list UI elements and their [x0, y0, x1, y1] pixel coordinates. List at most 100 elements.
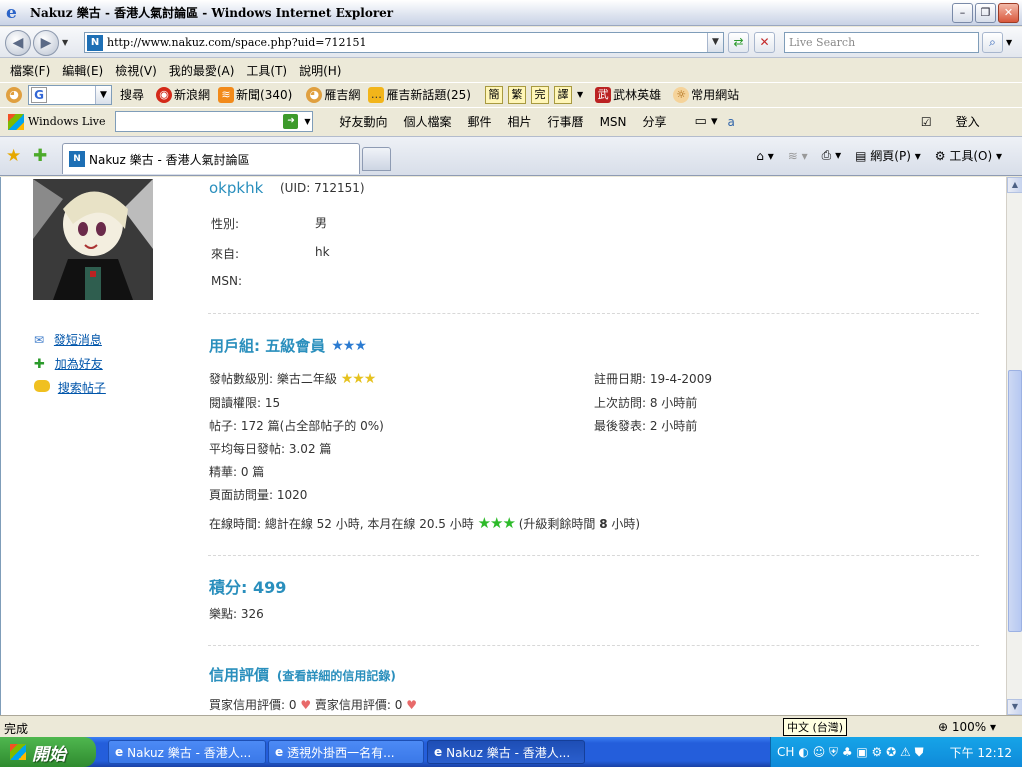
search-icon[interactable]: ⌕ [982, 32, 1003, 53]
google-search-box[interactable]: G ▼ [28, 84, 112, 105]
from-value: hk [315, 245, 330, 259]
zoom-control[interactable]: ⊕ 100% ▾ [938, 720, 996, 734]
windows-live-brand: Windows Live [28, 115, 106, 128]
print-icon[interactable]: ⎙ ▾ [822, 148, 841, 163]
search-posts-link[interactable]: 搜索帖子 [58, 381, 106, 395]
vertical-scrollbar[interactable]: ▲ ▼ [1006, 177, 1022, 715]
tab-active[interactable]: N Nakuz 樂古 - 香港人氣討論區 [62, 143, 360, 174]
wulin-link[interactable]: 武武林英雄 [595, 86, 661, 104]
tray-icons[interactable]: ◐ ☺ ⛨ ♣ ▣ ⚙ ✪ ⚠ ⛊ [798, 745, 923, 760]
taskbar-item-active[interactable]: e Nakuz 樂古 - 香港人... [427, 740, 585, 764]
menu-favorites[interactable]: 我的最愛(A) [163, 62, 241, 79]
search-options-icon[interactable]: ▼ [1006, 38, 1012, 47]
feeds-icon[interactable]: ≋ ▾ [788, 149, 808, 163]
translate-icon[interactable]: a [727, 115, 734, 129]
home-icon[interactable]: ⌂ ▾ [756, 149, 773, 163]
send-message-link[interactable]: 發短消息 [54, 333, 102, 347]
speech-bubble-icon [34, 380, 50, 392]
mail-link[interactable]: 郵件 [460, 113, 500, 130]
common-sites-link[interactable]: ☼ 常用網站 [673, 86, 739, 104]
search-button[interactable]: 搜尋 [120, 86, 144, 103]
plus-icon: ✚ [34, 357, 45, 372]
add-friend-link[interactable]: 加為好友 [55, 357, 103, 371]
gorgeous-link[interactable]: ◕ 雁吉網 [306, 86, 360, 104]
ime-tooltip: 中文 (台灣) [783, 718, 848, 736]
msn-label: MSN: [211, 274, 242, 288]
sina-link[interactable]: ◉ 新浪網 [156, 86, 210, 104]
checkbox-icon[interactable]: ☑ [921, 115, 932, 129]
credit-detail-link[interactable]: (查看詳細的信用記錄) [277, 669, 396, 683]
live-search-input[interactable]: Live Search [784, 32, 979, 53]
google-dropdown-icon[interactable]: ▼ [95, 85, 111, 104]
converter-dropdown-icon[interactable]: ▼ [577, 86, 583, 104]
menu-edit[interactable]: 編輯(E) [56, 62, 109, 79]
profile-link[interactable]: 個人檔案 [396, 113, 460, 130]
sign-in-link[interactable]: 登入 [956, 113, 980, 130]
page-views: 頁面訪問量: 1020 [209, 488, 308, 502]
address-dropdown-icon[interactable]: ▼ [707, 33, 723, 52]
site-favicon-icon: N [87, 34, 103, 51]
credit-title: 信用評價 [209, 666, 270, 684]
scroll-up-icon[interactable]: ▲ [1007, 177, 1022, 193]
back-button[interactable]: ◀ [5, 30, 31, 56]
divider [208, 313, 979, 314]
action-search-posts[interactable]: 搜索帖子 [34, 379, 106, 396]
scroll-down-icon[interactable]: ▼ [1007, 699, 1022, 715]
chat-icon: … [368, 87, 385, 104]
menu-file[interactable]: 檔案(F) [4, 62, 56, 79]
address-bar[interactable]: N http://www.nakuz.com/space.php?uid=712… [84, 32, 724, 53]
chinese-converter: 簡 繁 完 譯 ▼ [484, 85, 583, 104]
msn-link[interactable]: MSN [592, 115, 635, 129]
friends-link[interactable]: 好友動向 [331, 113, 395, 130]
menu-tools[interactable]: 工具(T) [240, 62, 293, 79]
traditional-button[interactable]: 繁 [507, 85, 526, 104]
add-favorites-icon[interactable]: ✚ [33, 146, 47, 166]
title-bar: e Nakuz 樂古 - 香港人氣討論區 - Windows Internet … [0, 0, 1022, 26]
favorites-star-icon[interactable]: ★ [6, 146, 21, 166]
calendar-link[interactable]: 行事曆 [540, 113, 592, 130]
close-button[interactable]: ✕ [998, 3, 1019, 23]
minimize-button[interactable]: – [952, 3, 973, 23]
highlight-icon[interactable]: ▭ ▾ [695, 114, 718, 129]
stop-icon[interactable]: ✕ [754, 32, 775, 53]
translate-button[interactable]: 譯 [553, 85, 572, 104]
share-link[interactable]: 分享 [635, 113, 675, 130]
digest-count: 精華: 0 篇 [209, 465, 265, 479]
start-button[interactable]: 開始 [0, 737, 96, 767]
status-text: 完成 [4, 722, 29, 736]
zoom-icon: ⊕ [938, 720, 949, 734]
menu-view[interactable]: 檢視(V) [109, 62, 163, 79]
wl-dropdown-icon[interactable]: ▼ [304, 117, 310, 126]
window-title: Nakuz 樂古 - 香港人氣討論區 - Windows Internet Ex… [30, 6, 394, 20]
new-tab-button[interactable] [362, 147, 391, 171]
language-indicator[interactable]: CH [777, 745, 794, 759]
address-url[interactable]: http://www.nakuz.com/space.php?uid=71215… [107, 36, 707, 49]
simplified-button[interactable]: 簡 [484, 85, 503, 104]
windows-live-search-input[interactable]: ➜ ▼ [115, 111, 314, 132]
taskbar-item[interactable]: e 透視外掛西一名有... [268, 740, 424, 764]
action-message[interactable]: ✉ 發短消息 [34, 331, 102, 348]
clock: 下午 12:12 [949, 745, 1012, 760]
go-icon[interactable]: ➜ [283, 114, 299, 129]
last-visit: 上次訪問: 8 小時前 [594, 396, 698, 410]
action-add-friend[interactable]: ✚ 加為好友 [34, 355, 103, 372]
complete-button[interactable]: 完 [530, 85, 549, 104]
page-menu[interactable]: ▤ 網頁(P) ▾ [855, 147, 921, 164]
refresh-icon[interactable]: ⇄ [728, 32, 749, 53]
heart-icon: ♥ [300, 698, 312, 712]
user-id: (UID: 712151) [280, 181, 365, 195]
gear-icon: ⚙ [934, 149, 946, 163]
buyer-credit: 買家信用評價: 0 [209, 698, 297, 712]
menu-help[interactable]: 說明(H) [293, 62, 347, 79]
news-link[interactable]: ≋ 新聞(340) [218, 86, 292, 104]
last-post: 最後發表: 2 小時前 [594, 419, 698, 433]
photos-link[interactable]: 相片 [500, 113, 540, 130]
scroll-thumb[interactable] [1008, 370, 1022, 632]
forward-button[interactable]: ▶ [33, 30, 59, 56]
tools-menu[interactable]: ⚙ 工具(O) ▾ [935, 147, 1002, 164]
credit-ratings: 買家信用評價: 0 ♥ 賣家信用評價: 0 ♥ [209, 696, 417, 713]
history-dropdown-icon[interactable]: ▼ [62, 38, 68, 47]
topics-link[interactable]: … 雁吉新話題(25) [368, 86, 471, 104]
restore-button[interactable]: ❐ [975, 3, 996, 23]
taskbar-item[interactable]: e Nakuz 樂古 - 香港人... [108, 740, 266, 764]
